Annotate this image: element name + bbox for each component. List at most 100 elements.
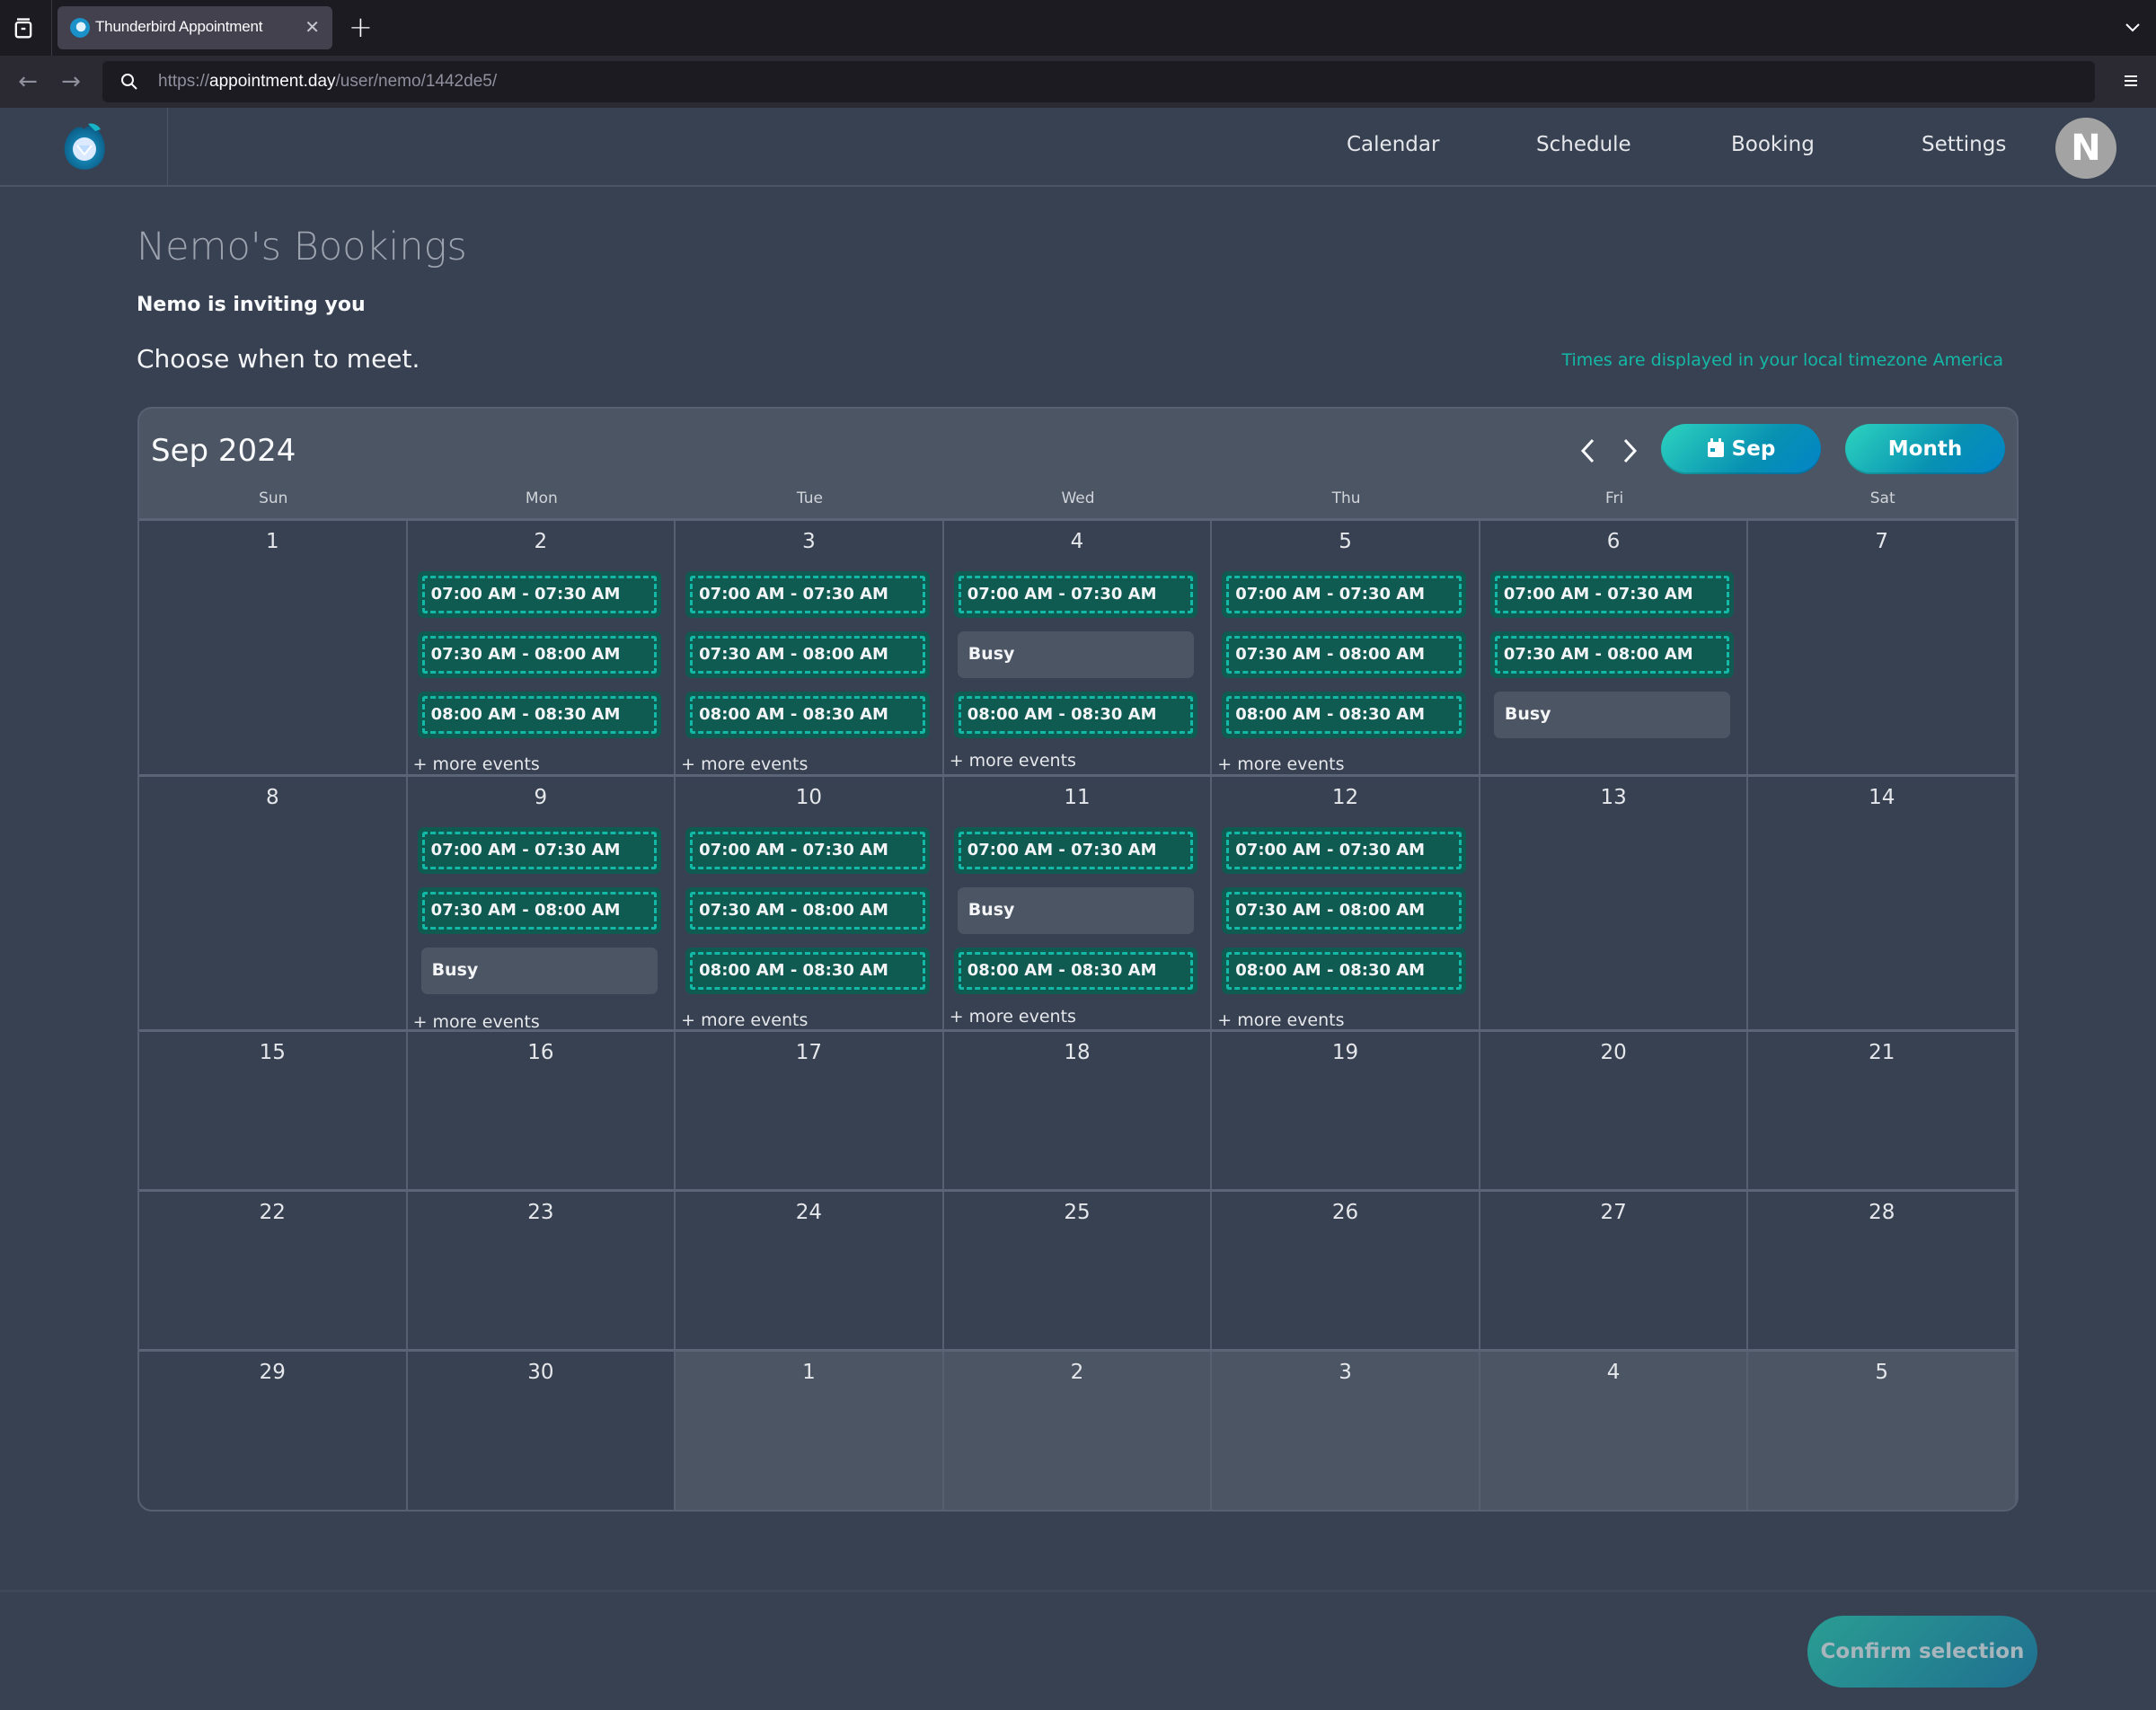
tab-list-icon[interactable] bbox=[11, 16, 36, 41]
confirm-selection-button[interactable]: Confirm selection bbox=[1807, 1616, 2037, 1688]
available-time-slot[interactable]: 07:30 AM - 08:00 AM bbox=[1222, 887, 1466, 934]
day-number: 20 bbox=[1600, 1041, 1627, 1064]
weekday-label: Wed bbox=[1061, 489, 1095, 507]
today-button[interactable]: Sep bbox=[1661, 424, 1821, 474]
day-cell-other-month[interactable]: 5 bbox=[1748, 1352, 2017, 1510]
day-number: 9 bbox=[534, 786, 548, 809]
available-time-slot[interactable]: 08:00 AM - 08:30 AM bbox=[1222, 948, 1466, 994]
day-cell-other-month[interactable]: 3 bbox=[1212, 1352, 1480, 1510]
day-cell[interactable]: 21 bbox=[1748, 1032, 2017, 1189]
day-cell-other-month[interactable]: 4 bbox=[1480, 1352, 1749, 1510]
day-cell[interactable]: 12 07:00 AM - 07:30 AM 07:30 AM - 08:00 AM… bbox=[1212, 777, 1480, 1030]
available-time-slot[interactable]: 08:00 AM - 08:30 AM bbox=[685, 692, 930, 738]
day-cell[interactable]: 4 07:00 AM - 07:30 AM Busy 08:00 AM - 08:30… bbox=[943, 521, 1213, 774]
event-list: 07:00 AM - 07:30 AM Busy 08:00 AM - 08:30 … bbox=[953, 827, 1198, 1008]
day-number: 15 bbox=[259, 1041, 286, 1064]
available-time-slot[interactable]: 08:00 AM - 08:30 AM bbox=[953, 692, 1198, 738]
day-cell[interactable]: 30 bbox=[407, 1352, 676, 1510]
available-time-slot[interactable]: 07:30 AM - 08:00 AM bbox=[1489, 631, 1735, 678]
nav-schedule[interactable]: Schedule bbox=[1536, 133, 1631, 156]
available-time-slot[interactable]: 07:00 AM - 07:30 AM bbox=[685, 827, 930, 874]
available-time-slot[interactable]: 07:00 AM - 07:30 AM bbox=[1222, 827, 1466, 874]
nav-booking[interactable]: Booking bbox=[1731, 133, 1815, 156]
more-events-link[interactable]: + more events bbox=[681, 1010, 808, 1030]
day-cell[interactable]: 9 07:00 AM - 07:30 AM 07:30 AM - 08:00 AM B… bbox=[407, 777, 676, 1032]
day-cell[interactable]: 24 bbox=[676, 1192, 944, 1349]
close-tab-icon[interactable]: ✕ bbox=[305, 15, 320, 39]
calendar-icon bbox=[1707, 438, 1724, 457]
url-bar[interactable]: https://appointment.day/user/nemo/1442de… bbox=[102, 61, 2095, 102]
day-cell[interactable]: 22 bbox=[139, 1192, 408, 1349]
view-month-button[interactable]: Month bbox=[1845, 424, 2005, 474]
available-time-slot[interactable]: 08:00 AM - 08:30 AM bbox=[1222, 692, 1466, 738]
day-cell[interactable]: 10 07:00 AM - 07:30 AM 07:30 AM - 08:00 AM… bbox=[676, 777, 944, 1030]
day-number: 3 bbox=[1339, 1361, 1352, 1384]
hamburger-menu-icon[interactable] bbox=[2120, 70, 2142, 92]
day-cell[interactable]: 19 bbox=[1212, 1032, 1480, 1189]
day-cell[interactable]: 18 bbox=[943, 1032, 1213, 1189]
day-cell[interactable]: 11 07:00 AM - 07:30 AM Busy 08:00 AM - 08:3… bbox=[943, 777, 1213, 1029]
available-time-slot[interactable]: 07:00 AM - 07:30 AM bbox=[417, 827, 662, 874]
available-time-slot[interactable]: 07:00 AM - 07:30 AM bbox=[1222, 571, 1466, 618]
more-events-link[interactable]: + more events bbox=[413, 754, 540, 774]
day-cell[interactable]: 27 bbox=[1480, 1192, 1749, 1349]
new-tab-icon[interactable]: + bbox=[349, 11, 373, 43]
day-cell[interactable]: 1 bbox=[139, 521, 408, 774]
available-time-slot[interactable]: 07:00 AM - 07:30 AM bbox=[685, 571, 930, 618]
available-time-slot[interactable]: 07:00 AM - 07:30 AM bbox=[417, 571, 662, 618]
day-cell[interactable]: 7 bbox=[1748, 521, 2017, 774]
forward-arrow-icon[interactable]: → bbox=[57, 68, 84, 95]
day-cell-other-month[interactable]: 2 bbox=[943, 1352, 1213, 1510]
more-events-link[interactable]: + more events bbox=[950, 1007, 1076, 1027]
day-cell[interactable]: 16 bbox=[407, 1032, 676, 1189]
day-number: 10 bbox=[795, 786, 823, 809]
day-cell[interactable]: 3 07:00 AM - 07:30 AM 07:30 AM - 08:00 AM 0… bbox=[676, 521, 944, 774]
available-time-slot[interactable]: 08:00 AM - 08:30 AM bbox=[953, 948, 1198, 994]
day-cell[interactable]: 6 07:00 AM - 07:30 AM 07:30 AM - 08:00 AM B… bbox=[1480, 521, 1749, 774]
day-cell[interactable]: 17 bbox=[676, 1032, 944, 1189]
available-time-slot[interactable]: 07:30 AM - 08:00 AM bbox=[417, 631, 662, 678]
weekday-label: Sun bbox=[259, 489, 288, 507]
day-cell[interactable]: 8 bbox=[139, 777, 408, 1029]
app-header: Calendar Schedule Booking Settings N bbox=[0, 108, 2156, 187]
avatar[interactable]: N bbox=[2055, 118, 2116, 179]
day-number: 14 bbox=[1869, 786, 1895, 809]
more-events-link[interactable]: + more events bbox=[950, 751, 1076, 771]
chevron-right-icon[interactable] bbox=[1616, 433, 1643, 469]
more-events-link[interactable]: + more events bbox=[413, 1012, 540, 1032]
day-cell[interactable]: 29 bbox=[139, 1352, 408, 1510]
more-events-link[interactable]: + more events bbox=[681, 754, 808, 774]
more-events-link[interactable]: + more events bbox=[1217, 1010, 1344, 1030]
available-time-slot[interactable]: 07:30 AM - 08:00 AM bbox=[685, 631, 930, 678]
thunderbird-logo-icon[interactable] bbox=[56, 119, 113, 176]
browser-tab[interactable]: Thunderbird Appointment ✕ bbox=[57, 6, 332, 49]
back-arrow-icon[interactable]: ← bbox=[14, 68, 41, 95]
nav-calendar[interactable]: Calendar bbox=[1347, 133, 1439, 156]
available-time-slot[interactable]: 07:30 AM - 08:00 AM bbox=[685, 887, 930, 934]
chevron-down-icon[interactable] bbox=[2122, 16, 2143, 38]
calendar-grid: 1 2 07:00 AM - 07:30 AM 07:30 AM - 08:00 AM… bbox=[139, 518, 2017, 1510]
day-cell[interactable]: 23 bbox=[407, 1192, 676, 1349]
nav-settings[interactable]: Settings bbox=[1922, 133, 2006, 156]
available-time-slot[interactable]: 08:00 AM - 08:30 AM bbox=[685, 948, 930, 994]
day-cell[interactable]: 28 bbox=[1748, 1192, 2017, 1349]
day-cell[interactable]: 26 bbox=[1212, 1192, 1480, 1349]
available-time-slot[interactable]: 07:00 AM - 07:30 AM bbox=[953, 827, 1198, 874]
day-cell[interactable]: 5 07:00 AM - 07:30 AM 07:30 AM - 08:00 AM 0… bbox=[1212, 521, 1480, 774]
time-slot-label: 07:30 AM - 08:00 AM bbox=[1226, 636, 1462, 674]
day-cell-other-month[interactable]: 1 bbox=[676, 1352, 944, 1510]
chevron-left-icon[interactable] bbox=[1575, 433, 1602, 469]
day-number: 6 bbox=[1606, 530, 1621, 553]
more-events-link[interactable]: + more events bbox=[1217, 754, 1344, 774]
available-time-slot[interactable]: 07:30 AM - 08:00 AM bbox=[1222, 631, 1466, 678]
available-time-slot[interactable]: 07:00 AM - 07:30 AM bbox=[1489, 571, 1735, 618]
day-cell[interactable]: 25 bbox=[943, 1192, 1213, 1349]
day-cell[interactable]: 13 bbox=[1480, 777, 1749, 1029]
available-time-slot[interactable]: 07:30 AM - 08:00 AM bbox=[417, 887, 662, 934]
available-time-slot[interactable]: 07:00 AM - 07:30 AM bbox=[953, 571, 1198, 618]
day-cell[interactable]: 20 bbox=[1480, 1032, 1749, 1189]
day-cell[interactable]: 2 07:00 AM - 07:30 AM 07:30 AM - 08:00 AM 0… bbox=[407, 521, 676, 774]
day-cell[interactable]: 14 bbox=[1748, 777, 2017, 1029]
day-cell[interactable]: 15 bbox=[139, 1032, 408, 1189]
available-time-slot[interactable]: 08:00 AM - 08:30 AM bbox=[417, 692, 662, 738]
